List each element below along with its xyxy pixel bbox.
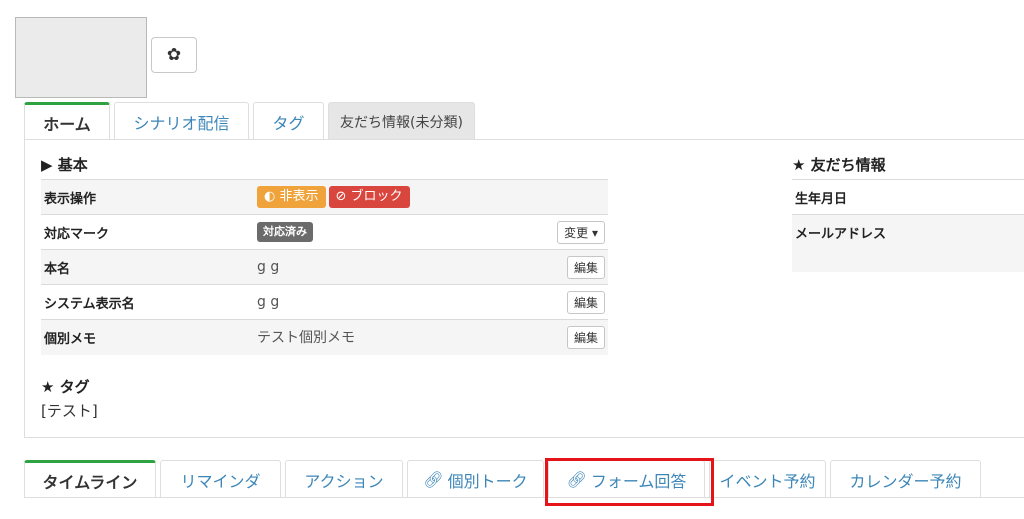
tab-individual-talk-label: 個別トーク [447, 471, 528, 491]
tab-event-booking[interactable]: イベント予約 [709, 460, 826, 498]
table-row: メールアドレス [792, 214, 1024, 272]
link-icon: 🔗︎ [423, 470, 444, 489]
real-name-action: 編集 [538, 249, 608, 285]
birthday-label: 生年月日 [792, 179, 1024, 215]
basic-info-table: 表示操作 ◐ 非表示 ⊘ ブロック 対応マーク 対応済み 変更 ▾ 本名 g g … [41, 179, 608, 355]
tab-scenario-label: シナリオ配信 [133, 113, 230, 133]
table-row: 個別メモ テスト個別メモ 編集 [41, 319, 608, 355]
basic-section-title: ▶ 基本 [41, 156, 88, 174]
block-label: ブロック [350, 189, 403, 204]
tags-section-title: ★ タグ [41, 378, 90, 396]
eye-slash-icon: ◐ [264, 189, 276, 204]
tab-friend-info-label: 友だち情報(未分類) [340, 114, 463, 131]
tab-divider [24, 139, 1024, 140]
tab-reminder-label: リマインダ [180, 471, 261, 491]
panel-bottom-border [24, 437, 1024, 438]
system-name-action: 編集 [538, 284, 608, 320]
tab-timeline-label: タイムライン [42, 472, 138, 492]
top-tab-bar: ホーム シナリオ配信 タグ 友だち情報(未分類) [24, 102, 479, 140]
memo-action: 編集 [538, 319, 608, 355]
form-answers-highlight [545, 458, 714, 506]
tab-tag-label: タグ [272, 113, 305, 133]
avatar [15, 17, 147, 98]
tag-list: [テスト] [41, 402, 98, 420]
table-row: 対応マーク 対応済み 変更 ▾ [41, 214, 608, 250]
status-badge: 対応済み [257, 222, 313, 242]
display-actions: ◐ 非表示 ⊘ ブロック [257, 179, 608, 215]
settings-button[interactable]: ✿ [151, 37, 197, 73]
bottom-tab-divider [24, 497, 1024, 498]
table-row: システム表示名 g g 編集 [41, 284, 608, 320]
mark-action: 変更 ▾ [538, 214, 608, 250]
tab-friend-info[interactable]: 友だち情報(未分類) [328, 102, 475, 140]
email-label: メールアドレス [792, 214, 1024, 272]
real-name-label: 本名 [41, 249, 257, 285]
edit-memo-button[interactable]: 編集 [566, 325, 605, 349]
table-row: 生年月日 [792, 179, 1024, 215]
tab-action-label: アクション [304, 471, 384, 491]
real-name-value: g g [257, 249, 538, 285]
gear-icon: ✿ [166, 45, 182, 65]
tab-tag[interactable]: タグ [253, 102, 324, 140]
tab-home[interactable]: ホーム [24, 102, 110, 140]
memo-label: 個別メモ [41, 319, 257, 355]
bottom-tab-bar: タイムライン リマインダ アクション 🔗︎ 個別トーク 🔗︎ フォーム回答 イベント… [24, 460, 985, 498]
hide-button[interactable]: ◐ 非表示 [257, 186, 326, 208]
tab-calendar-booking[interactable]: カレンダー予約 [830, 460, 981, 498]
display-label: 表示操作 [41, 179, 257, 215]
tab-calendar-booking-label: カレンダー予約 [849, 471, 962, 491]
tab-event-booking-label: イベント予約 [719, 471, 816, 491]
friend-info-title: ★ 友だち情報 [792, 156, 886, 174]
tab-home-label: ホーム [43, 114, 91, 134]
change-mark-button[interactable]: 変更 ▾ [557, 220, 605, 244]
tab-action[interactable]: アクション [285, 460, 403, 498]
tab-scenario[interactable]: シナリオ配信 [114, 102, 249, 140]
panel-border [24, 139, 25, 437]
table-row: 本名 g g 編集 [41, 249, 608, 285]
hide-label: 非表示 [279, 189, 319, 204]
edit-real-name-button[interactable]: 編集 [566, 255, 605, 279]
mark-label: 対応マーク [41, 214, 257, 250]
edit-system-name-button[interactable]: 編集 [566, 290, 605, 314]
tab-timeline[interactable]: タイムライン [24, 460, 156, 498]
ban-icon: ⊘ [335, 189, 347, 204]
mark-value: 対応済み [257, 214, 538, 250]
block-button[interactable]: ⊘ ブロック [328, 186, 410, 208]
tab-individual-talk[interactable]: 🔗︎ 個別トーク [407, 460, 544, 498]
friend-info-table: 生年月日 メールアドレス [792, 179, 1024, 272]
memo-value: テスト個別メモ [257, 319, 538, 355]
system-name-label: システム表示名 [41, 284, 257, 320]
system-name-value: g g [257, 284, 538, 320]
table-row: 表示操作 ◐ 非表示 ⊘ ブロック [41, 179, 608, 215]
tab-reminder[interactable]: リマインダ [160, 460, 281, 498]
